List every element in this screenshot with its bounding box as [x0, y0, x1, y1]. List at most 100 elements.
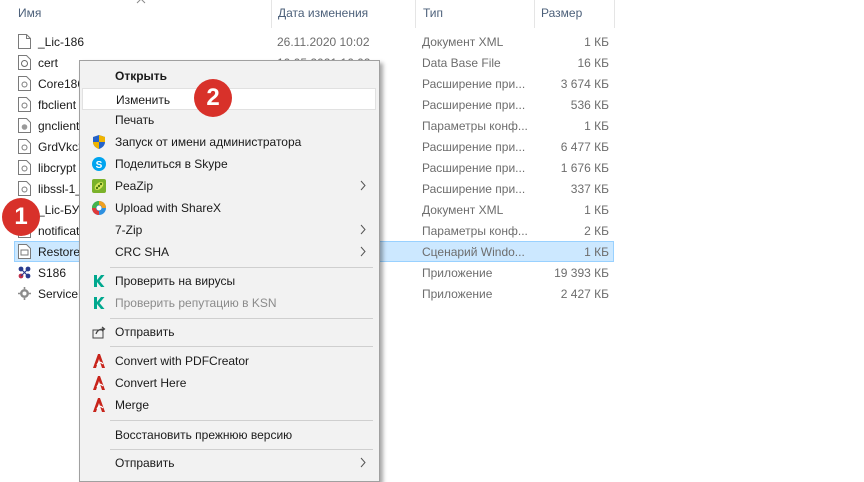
context-menu: Открыть Изменить Печать Запуск от имени …: [79, 60, 380, 482]
menu-item-label: Печать: [115, 113, 155, 127]
file-name: RestoreI: [38, 245, 84, 259]
menu-separator: [110, 420, 373, 421]
script-file-icon: [18, 244, 31, 259]
file-size: 2 КБ: [584, 224, 609, 238]
menu-item-run-as-admin[interactable]: Запуск от имени администратора: [82, 131, 376, 153]
menu-item-peazip[interactable]: PeaZip: [82, 175, 376, 197]
file-size: 19 393 КБ: [554, 266, 609, 280]
menu-item-ksn-check: Проверить репутацию в KSN: [82, 292, 376, 314]
column-divider[interactable]: [271, 0, 272, 28]
skype-icon: S: [92, 157, 106, 171]
file-size: 337 КБ: [570, 182, 609, 196]
column-date-header[interactable]: Дата изменения: [278, 6, 368, 20]
dll-file-icon: [18, 160, 31, 175]
app-icon: [18, 266, 31, 279]
submenu-arrow-icon: [360, 180, 366, 191]
file-size: 1 КБ: [584, 35, 609, 49]
file-type: Расширение при...: [422, 140, 526, 154]
menu-item-label: Upload with ShareX: [115, 201, 222, 215]
config-file-icon: [18, 118, 31, 133]
kaspersky-icon: [94, 275, 105, 287]
dll-file-icon: [18, 181, 31, 196]
submenu-arrow-icon: [360, 246, 366, 257]
menu-separator: [110, 449, 373, 450]
file-row[interactable]: _Lic-186 26.11.2020 10:02 Документ XML 1…: [14, 31, 614, 52]
menu-item-label: Поделиться в Skype: [115, 157, 228, 171]
menu-item-label: Запуск от имени администратора: [115, 135, 302, 149]
file-type: Документ XML: [422, 35, 504, 49]
file-type: Параметры конф...: [422, 224, 528, 238]
file-type: Приложение: [422, 287, 493, 301]
menu-item-crc-sha[interactable]: CRC SHA: [82, 241, 376, 263]
menu-separator: [110, 346, 373, 347]
file-type: Документ XML: [422, 203, 504, 217]
file-date: 26.11.2020 10:02: [277, 35, 370, 49]
file-name: notificat: [38, 224, 80, 238]
menu-separator: [110, 318, 373, 319]
sort-ascending-icon: [136, 0, 146, 4]
pdfcreator-icon: [93, 376, 105, 390]
file-size: 1 КБ: [584, 119, 609, 133]
share-icon: [92, 326, 106, 339]
menu-item-label: PeaZip: [115, 179, 154, 193]
column-type-header[interactable]: Тип: [423, 6, 443, 20]
menu-item-label: Merge: [115, 398, 150, 412]
menu-item-7zip[interactable]: 7-Zip: [82, 219, 376, 241]
dll-file-icon: [18, 139, 31, 154]
file-type: Приложение: [422, 266, 493, 280]
menu-item-sharex[interactable]: Upload with ShareX: [82, 197, 376, 219]
file-type: Параметры конф...: [422, 119, 528, 133]
uac-shield-icon: [93, 135, 105, 149]
file-type: Data Base File: [422, 56, 501, 70]
file-size: 536 КБ: [570, 98, 609, 112]
menu-item-print[interactable]: Печать: [82, 109, 376, 131]
peazip-icon: [92, 179, 106, 193]
file-type: Расширение при...: [422, 161, 526, 175]
menu-item-convert-here[interactable]: Convert Here: [82, 372, 376, 394]
file-size: 16 КБ: [577, 56, 609, 70]
column-divider[interactable]: [534, 0, 535, 28]
menu-item-label: Convert Here: [115, 376, 187, 390]
menu-item-label: Проверить на вирусы: [115, 274, 236, 288]
menu-item-label: Изменить: [116, 93, 171, 107]
menu-separator: [110, 267, 373, 268]
menu-item-share[interactable]: Отправить: [82, 321, 376, 343]
column-divider[interactable]: [415, 0, 416, 28]
file-name: libssl-1_: [38, 182, 83, 196]
file-size: 1 676 КБ: [560, 161, 609, 175]
column-size-header[interactable]: Размер: [541, 6, 582, 20]
file-name: GrdVkc3: [38, 140, 85, 154]
file-name: Core186: [38, 77, 85, 91]
menu-item-virus-check[interactable]: Проверить на вирусы: [82, 270, 376, 292]
menu-item-label: 7-Zip: [115, 223, 143, 237]
menu-item-restore-version[interactable]: Восстановить прежнюю версию: [82, 424, 376, 446]
file-type: Расширение при...: [422, 98, 526, 112]
menu-item-label: Открыть: [115, 69, 168, 83]
submenu-arrow-icon: [360, 224, 366, 235]
dll-file-icon: [18, 76, 31, 91]
file-name: libcrypt: [38, 161, 77, 175]
menu-item-label: Восстановить прежнюю версию: [115, 428, 293, 442]
kaspersky-icon: [94, 297, 105, 309]
svg-text:S: S: [96, 160, 103, 171]
file-size: 1 КБ: [584, 203, 609, 217]
step-badge-2: 2: [194, 79, 232, 117]
dll-file-icon: [18, 97, 31, 112]
submenu-arrow-icon: [360, 457, 366, 468]
file-name: S186: [38, 266, 67, 280]
menu-item-share-skype[interactable]: S Поделиться в Skype: [82, 153, 376, 175]
column-header-bar: Имя Дата изменения Тип Размер: [0, 0, 864, 28]
file-name: gnclient: [38, 119, 80, 133]
menu-item-send-to[interactable]: Отправить: [82, 452, 376, 474]
file-size: 3 674 КБ: [560, 77, 609, 91]
file-type: Сценарий Windo...: [422, 245, 525, 259]
menu-item-label: CRC SHA: [115, 245, 170, 259]
file-name: fbclient: [38, 98, 77, 112]
menu-item-merge[interactable]: Merge: [82, 394, 376, 416]
column-divider[interactable]: [614, 0, 615, 28]
menu-item-open[interactable]: Открыть: [82, 65, 376, 87]
menu-item-pdfcreator[interactable]: Convert with PDFCreator: [82, 350, 376, 372]
pdfcreator-icon: [93, 354, 105, 368]
column-name-header[interactable]: Имя: [18, 6, 41, 20]
step-badge-1: 1: [2, 198, 40, 236]
